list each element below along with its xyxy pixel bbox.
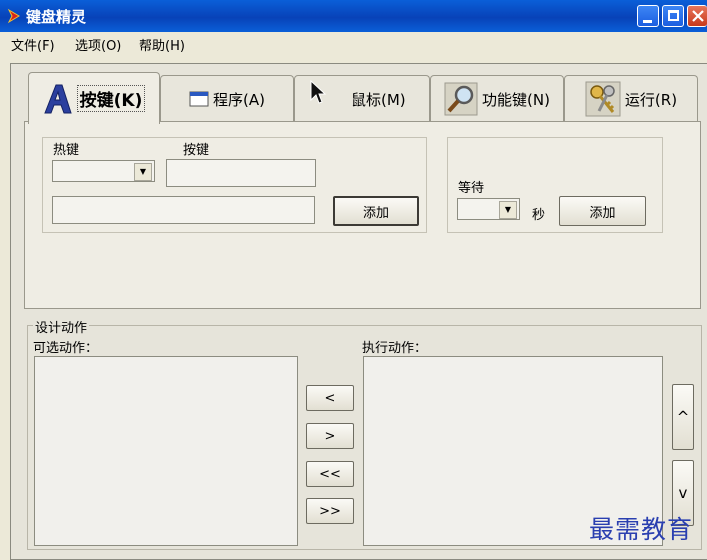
tab-function-keys[interactable]: 功能键(N) (430, 75, 564, 122)
maximize-button[interactable] (662, 5, 684, 27)
tab-keys[interactable]: 按键(K) (28, 72, 160, 124)
cursor-icon (310, 80, 327, 104)
add-key-button[interactable]: 添加 (333, 196, 419, 226)
hotkey-select[interactable]: ▼ (52, 160, 155, 182)
wait-label: 等待 (458, 181, 485, 196)
tab-program[interactable]: 程序(A) (160, 75, 294, 122)
menu-help[interactable]: 帮助(H) (139, 35, 185, 54)
menu-file[interactable]: 文件(F) (11, 35, 55, 54)
minimize-button[interactable] (637, 5, 659, 27)
command-input[interactable] (52, 196, 315, 224)
maximize-icon (668, 10, 679, 21)
window-icon (189, 91, 209, 107)
app-icon (7, 8, 20, 24)
execute-actions-label: 执行动作： (362, 341, 428, 356)
dropdown-arrow-icon[interactable]: ▼ (134, 163, 152, 181)
move-right-button[interactable]: > (306, 423, 354, 449)
close-button[interactable] (687, 5, 707, 27)
watermark-text: 最需教育 (588, 515, 693, 544)
move-up-button[interactable]: ^ (672, 384, 694, 450)
available-actions-list[interactable] (34, 356, 298, 546)
tab-run[interactable]: 运行(R) (564, 75, 698, 122)
move-left-button[interactable]: < (306, 385, 354, 411)
letter-a-icon (43, 84, 72, 113)
menu-options[interactable]: 选项(O) (75, 35, 121, 54)
tab-keys-label: 按键(K) (76, 85, 146, 112)
hotkey-label: 热键 (53, 143, 80, 158)
tab-function-keys-label: 功能键(N) (482, 90, 550, 109)
add-wait-button[interactable]: 添加 (559, 196, 646, 226)
keys-icon (585, 81, 621, 117)
move-all-right-button[interactable]: >> (306, 498, 354, 524)
dropdown-arrow-icon[interactable]: ▼ (499, 201, 517, 219)
close-icon (692, 10, 704, 22)
magnifier-icon (444, 82, 478, 116)
design-action-title: 设计动作 (33, 317, 90, 336)
tab-mouse[interactable]: 鼠标(M) (294, 75, 430, 122)
available-actions-label: 可选动作： (33, 341, 99, 356)
window-title: 键盘精灵 (26, 8, 87, 26)
move-all-left-button[interactable]: << (306, 461, 354, 487)
key-label: 按键 (183, 143, 210, 158)
tab-program-label: 程序(A) (213, 90, 265, 109)
tab-mouse-label: 鼠标(M) (351, 90, 406, 109)
title-bar[interactable] (0, 0, 707, 32)
tab-run-label: 运行(R) (624, 90, 678, 109)
key-input[interactable] (166, 159, 316, 187)
seconds-label: 秒 (532, 208, 546, 223)
minimize-icon (643, 20, 652, 23)
wait-select[interactable]: ▼ (457, 198, 520, 220)
